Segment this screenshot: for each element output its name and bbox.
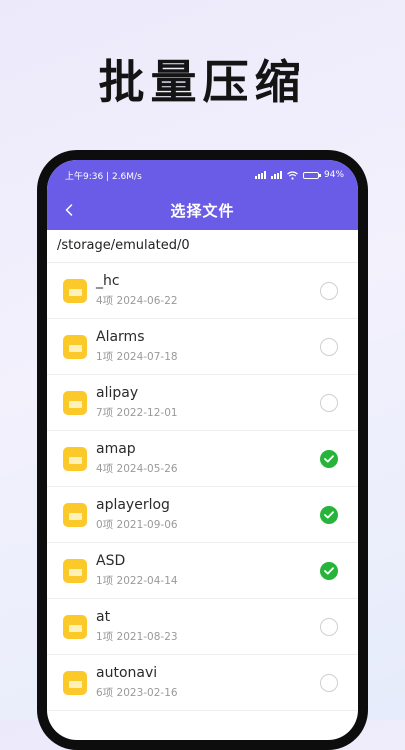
file-count: 4项 bbox=[96, 463, 114, 475]
file-info: at 1项 2021-08-23 bbox=[96, 607, 178, 645]
file-meta: 6项 2023-02-16 bbox=[96, 685, 178, 701]
checkbox-checked[interactable] bbox=[320, 450, 338, 468]
file-date: 2023-02-16 bbox=[116, 687, 178, 699]
file-info: _hc 4项 2024-06-22 bbox=[96, 271, 178, 309]
chevron-left-icon bbox=[65, 204, 73, 216]
file-meta: 0项 2021-09-06 bbox=[96, 517, 178, 533]
folder-icon bbox=[63, 335, 87, 359]
file-count: 4项 bbox=[96, 295, 114, 307]
file-row[interactable]: alipay 7项 2022-12-01 bbox=[47, 375, 358, 431]
file-info: aplayerlog 0项 2021-09-06 bbox=[96, 495, 178, 533]
folder-icon bbox=[63, 391, 87, 415]
file-row[interactable]: autonavi 6项 2023-02-16 bbox=[47, 655, 358, 711]
file-date: 2021-09-06 bbox=[116, 519, 178, 531]
file-name: _hc bbox=[96, 273, 120, 289]
file-count: 1项 bbox=[96, 575, 114, 587]
battery-percent: 94% bbox=[323, 170, 344, 180]
file-list: _hc 4项 2024-06-22 Alarms 1项 2024-07-18 alipa… bbox=[47, 263, 358, 711]
phone-frame: 上午9:36 | 2.6M/s 94% 选择文件 /storage/emulat… bbox=[37, 150, 368, 750]
file-info: amap 4项 2024-05-26 bbox=[96, 439, 178, 477]
folder-icon bbox=[63, 671, 87, 695]
file-info: autonavi 6项 2023-02-16 bbox=[96, 663, 178, 701]
file-meta: 1项 2022-04-14 bbox=[96, 573, 178, 589]
signal-icon bbox=[254, 171, 266, 179]
file-row[interactable]: aplayerlog 0项 2021-09-06 bbox=[47, 487, 358, 543]
status-icons: 94% bbox=[254, 170, 344, 180]
file-date: 2022-04-14 bbox=[116, 575, 178, 587]
file-row[interactable]: at 1项 2021-08-23 bbox=[47, 599, 358, 655]
page-title: 选择文件 bbox=[170, 201, 235, 220]
checkbox-unchecked[interactable] bbox=[320, 618, 338, 636]
back-button[interactable] bbox=[57, 198, 81, 222]
file-count: 7项 bbox=[96, 407, 114, 419]
checkmark-icon bbox=[324, 455, 334, 463]
file-row[interactable]: _hc 4项 2024-06-22 bbox=[47, 263, 358, 319]
file-name: ASD bbox=[96, 553, 126, 569]
phone-screen: 上午9:36 | 2.6M/s 94% 选择文件 /storage/emulat… bbox=[47, 160, 358, 740]
file-count: 1项 bbox=[96, 631, 114, 643]
current-path: /storage/emulated/0 bbox=[47, 230, 358, 263]
file-count: 6项 bbox=[96, 687, 114, 699]
checkbox-checked[interactable] bbox=[320, 562, 338, 580]
status-time: 上午9:36 | 2.6M/s bbox=[65, 171, 142, 182]
file-date: 2024-05-26 bbox=[116, 463, 178, 475]
file-meta: 4项 2024-05-26 bbox=[96, 461, 178, 477]
file-count: 1项 bbox=[96, 351, 114, 363]
file-row[interactable]: amap 4项 2024-05-26 bbox=[47, 431, 358, 487]
file-date: 2022-12-01 bbox=[116, 407, 178, 419]
checkmark-icon bbox=[324, 567, 334, 575]
file-meta: 7项 2022-12-01 bbox=[96, 405, 178, 421]
battery-value: 94 bbox=[323, 170, 336, 180]
checkmark-icon bbox=[324, 511, 334, 519]
file-info: Alarms 1项 2024-07-18 bbox=[96, 327, 178, 365]
file-date: 2024-06-22 bbox=[116, 295, 178, 307]
status-bar: 上午9:36 | 2.6M/s 94% bbox=[47, 160, 358, 190]
file-info: alipay 7项 2022-12-01 bbox=[96, 383, 178, 421]
file-name: Alarms bbox=[96, 329, 145, 345]
file-date: 2021-08-23 bbox=[116, 631, 178, 643]
wifi-icon bbox=[287, 170, 298, 180]
file-name: at bbox=[96, 609, 111, 625]
file-name: aplayerlog bbox=[96, 497, 170, 513]
file-meta: 1项 2021-08-23 bbox=[96, 629, 178, 645]
file-date: 2024-07-18 bbox=[116, 351, 178, 363]
file-name: autonavi bbox=[96, 665, 158, 681]
file-meta: 1项 2024-07-18 bbox=[96, 349, 178, 365]
folder-icon bbox=[63, 503, 87, 527]
battery-icon bbox=[302, 171, 321, 179]
file-name: amap bbox=[96, 441, 136, 457]
folder-icon bbox=[63, 279, 87, 303]
file-row[interactable]: Alarms 1项 2024-07-18 bbox=[47, 319, 358, 375]
file-name: alipay bbox=[96, 385, 139, 401]
nav-bar: 选择文件 bbox=[47, 190, 358, 230]
folder-icon bbox=[63, 615, 87, 639]
file-meta: 4项 2024-06-22 bbox=[96, 293, 178, 309]
signal-icon bbox=[270, 171, 282, 179]
file-info: ASD 1项 2022-04-14 bbox=[96, 551, 178, 589]
checkbox-unchecked[interactable] bbox=[320, 338, 338, 356]
checkbox-unchecked[interactable] bbox=[320, 394, 338, 412]
file-row[interactable]: ASD 1项 2022-04-14 bbox=[47, 543, 358, 599]
checkbox-unchecked[interactable] bbox=[320, 282, 338, 300]
checkbox-checked[interactable] bbox=[320, 506, 338, 524]
folder-icon bbox=[63, 559, 87, 583]
app-header: 上午9:36 | 2.6M/s 94% 选择文件 bbox=[47, 160, 358, 230]
checkbox-unchecked[interactable] bbox=[320, 674, 338, 692]
file-count: 0项 bbox=[96, 519, 114, 531]
promo-title: 批量压缩 bbox=[98, 55, 307, 109]
folder-icon bbox=[63, 447, 87, 471]
